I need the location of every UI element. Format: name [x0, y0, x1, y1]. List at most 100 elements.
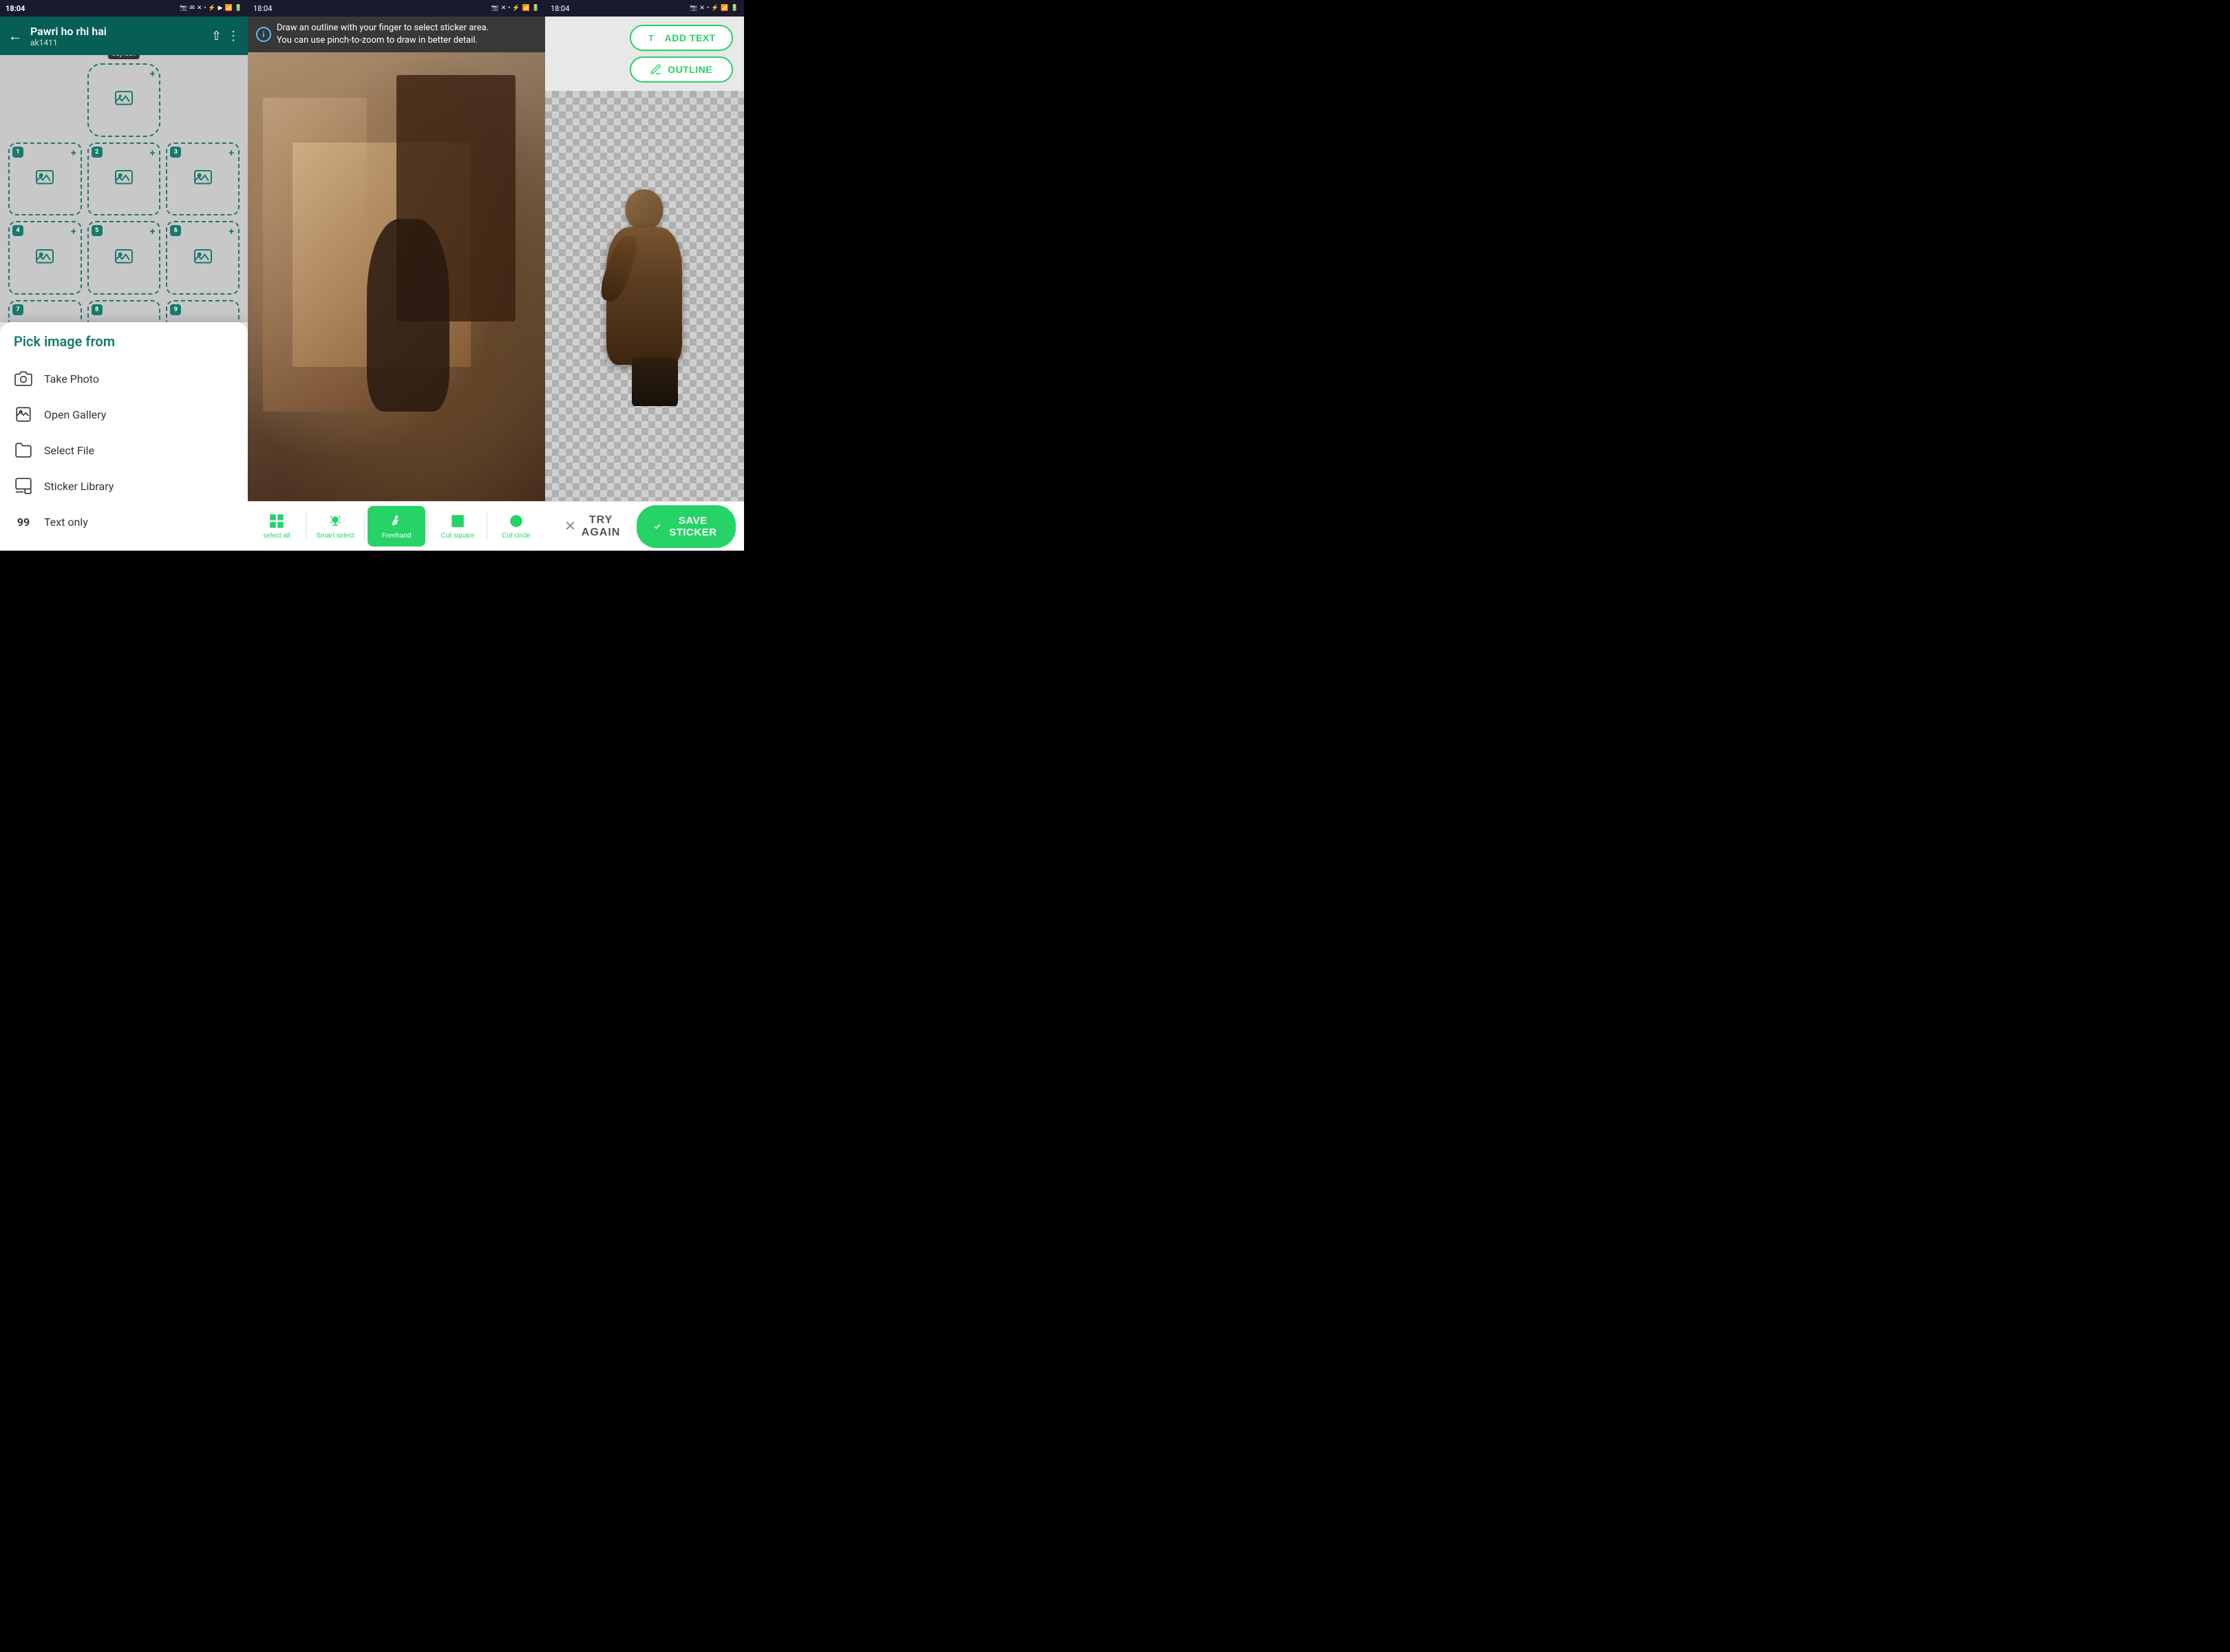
text-only-label: Text only	[44, 516, 88, 529]
select-file-label: Select File	[44, 444, 94, 457]
tray-icon-cell[interactable]: tray icon +	[87, 63, 161, 137]
cut-square-tool[interactable]: Cut square	[429, 502, 487, 551]
app-header: ← Pawri ho rhi hai ak1411 ⇧ ⋮	[0, 17, 248, 55]
tray-tooltip: tray icon	[108, 55, 140, 59]
sticker-cell-4[interactable]: 4 +	[8, 221, 82, 295]
status-bar-right: 18:04 📷✕• ⚡📶🔋	[545, 0, 744, 17]
plus-badge: +	[229, 226, 234, 237]
cell-number: 6	[170, 225, 181, 236]
svg-text:T: T	[648, 34, 654, 43]
open-gallery-item[interactable]: Open Gallery	[14, 396, 234, 432]
text-only-item[interactable]: 99 Text only	[14, 504, 234, 540]
sticker-library-label: Sticker Library	[44, 480, 114, 493]
status-icons-mid: 📷✕• ⚡📶🔋	[491, 5, 540, 12]
open-gallery-label: Open Gallery	[44, 408, 106, 421]
sticker-cell-7[interactable]: 7	[8, 300, 82, 322]
cell-number: 5	[92, 225, 103, 236]
select-all-tool[interactable]: select all	[248, 502, 306, 551]
save-sticker-button[interactable]: SAVE STICKER	[637, 505, 735, 548]
file-icon	[14, 441, 33, 460]
smart-select-label: Smart select	[316, 532, 354, 540]
time-right: 18:04	[551, 4, 569, 13]
bottom-sheet: Pick image from Take Photo Open Gallery	[0, 322, 248, 551]
sticker-cell-6[interactable]: 6 +	[166, 221, 240, 295]
take-photo-item[interactable]: Take Photo	[14, 361, 234, 396]
sticker-cell-9[interactable]: 9	[166, 300, 240, 322]
camera-icon	[14, 369, 33, 388]
photo-area	[248, 52, 545, 501]
sticker-preview	[582, 179, 706, 413]
gallery-icon	[14, 405, 33, 424]
sticker-head	[626, 189, 663, 231]
panel-sticker-editor: 18:04 📷✕• ⚡📶🔋 i Draw an outline with you…	[248, 0, 545, 551]
cut-circle-icon	[508, 513, 524, 529]
cell-number: 2	[92, 147, 103, 158]
cut-square-label: Cut square	[441, 532, 475, 540]
sticker-cell-5[interactable]: 5 +	[87, 221, 161, 295]
back-button[interactable]: ←	[8, 28, 22, 45]
checkmark-icon	[653, 520, 661, 533]
cell-number: 1	[12, 147, 23, 158]
cut-square-icon	[449, 513, 466, 529]
bottom-actions: ✕ TRY AGAIN SAVE STICKER	[545, 501, 744, 551]
cell-number: 9	[170, 304, 181, 315]
plus-badge: +	[229, 148, 234, 159]
text-icon: T	[647, 32, 659, 44]
smart-select-icon	[327, 513, 343, 529]
canvas-area[interactable]	[248, 52, 545, 501]
sticker-cell-3[interactable]: 3 +	[166, 142, 240, 216]
try-again-button[interactable]: ✕ TRY AGAIN	[553, 509, 631, 544]
bottom-sheet-title: Pick image from	[14, 333, 234, 350]
select-all-label: select all	[264, 532, 290, 540]
sticker-cell-1[interactable]: 1 +	[8, 142, 82, 216]
add-photo-icon	[113, 168, 135, 190]
header-actions: ⇧ ⋮	[211, 29, 240, 43]
top-action-buttons: T ADD TEXT OUTLINE	[545, 17, 744, 91]
try-again-x-icon: ✕	[564, 518, 576, 535]
cut-circle-label: Cut circle	[502, 532, 531, 540]
status-icons-right: 📷✕• ⚡📶🔋	[690, 5, 738, 12]
cell-number: 3	[170, 147, 181, 158]
take-photo-label: Take Photo	[44, 372, 99, 385]
time-left: 18:04	[6, 4, 25, 13]
sticker-cell-2[interactable]: 2 +	[87, 142, 161, 216]
text-only-icon: 99	[14, 512, 33, 531]
cell-number: 4	[12, 225, 23, 236]
share-icon[interactable]: ⇧	[211, 29, 222, 43]
sticker-library-item[interactable]: Sticker Library	[14, 468, 234, 504]
add-image-icon	[113, 89, 135, 111]
tool-divider	[364, 513, 365, 540]
menu-icon[interactable]: ⋮	[227, 29, 240, 43]
freehand-label: Freehand	[382, 532, 412, 540]
chat-title: Pawri ho rhi hai	[30, 25, 203, 38]
outline-button[interactable]: OUTLINE	[630, 56, 733, 83]
info-text: Draw an outline with your finger to sele…	[277, 22, 489, 47]
save-sticker-label: SAVE STICKER	[667, 515, 719, 538]
preview-canvas	[545, 91, 744, 501]
cell-number: 8	[92, 304, 103, 315]
sticker-person-container	[582, 179, 706, 413]
select-all-icon	[268, 513, 285, 529]
header-info: Pawri ho rhi hai ak1411	[30, 25, 203, 47]
plus-badge: +	[71, 226, 76, 237]
add-photo-icon	[192, 247, 214, 269]
select-file-item[interactable]: Select File	[14, 432, 234, 468]
info-icon: i	[256, 27, 271, 42]
sticker-cell-8[interactable]: 8	[87, 300, 161, 322]
time-mid: 18:04	[253, 4, 272, 13]
cut-circle-tool[interactable]: Cut circle	[487, 502, 545, 551]
panel-whatsapp-sticker-maker: 18:04 📷✉✕• ⚡▶📶🔋 ← Pawri ho rhi hai ak141…	[0, 0, 248, 551]
plus-badge: +	[71, 148, 76, 159]
smart-select-tool[interactable]: Smart select	[306, 502, 364, 551]
plus-badge: +	[150, 69, 156, 80]
panel-sticker-preview: 18:04 📷✕• ⚡📶🔋 T ADD TEXT OUTLINE	[545, 0, 744, 551]
status-bar-mid: 18:04 📷✕• ⚡📶🔋	[248, 0, 545, 17]
person-silhouette	[367, 219, 449, 412]
sticker-grid: tray icon + 1 + 2 + 3 + 4 +	[0, 55, 248, 322]
toolbar-bottom: select all Smart select Freehand Cu	[248, 501, 545, 551]
freehand-tool[interactable]: Freehand	[368, 506, 425, 547]
status-icons-left: 📷✉✕• ⚡▶📶🔋	[180, 5, 242, 12]
add-text-button[interactable]: T ADD TEXT	[630, 25, 733, 51]
sticker-library-icon	[14, 476, 33, 496]
try-again-label: TRY AGAIN	[582, 514, 621, 539]
